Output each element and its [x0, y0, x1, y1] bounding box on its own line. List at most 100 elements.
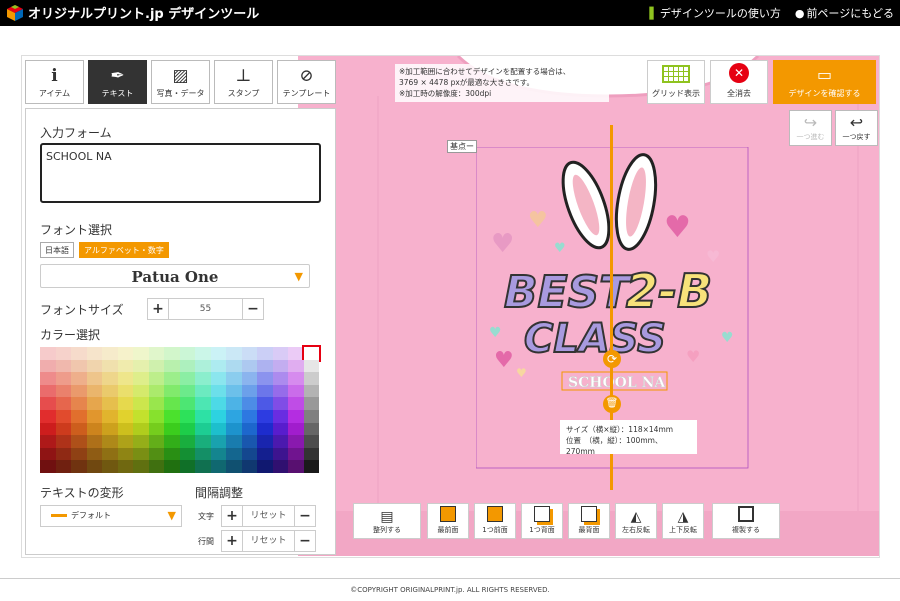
color-swatch[interactable] [210, 397, 226, 410]
color-swatch[interactable] [288, 372, 304, 385]
char-spacing-reset[interactable]: リセット [242, 506, 295, 526]
color-swatch[interactable] [164, 410, 180, 423]
color-swatch[interactable] [86, 422, 102, 436]
tab-item[interactable]: i アイテム [25, 60, 84, 104]
color-swatch[interactable] [210, 359, 226, 373]
color-swatch[interactable] [210, 447, 226, 461]
color-swatch[interactable] [102, 410, 118, 423]
font-filter-alphanumeric[interactable]: アルファベット・数字 [79, 242, 169, 258]
color-swatch[interactable] [241, 435, 257, 448]
color-swatch[interactable] [226, 410, 242, 423]
color-swatch[interactable] [195, 347, 211, 360]
color-swatch[interactable] [164, 384, 180, 398]
color-swatch[interactable] [71, 460, 87, 473]
color-swatch[interactable] [117, 347, 133, 360]
color-swatch[interactable] [195, 397, 211, 410]
tab-template[interactable]: ⊘ テンプレート [277, 60, 336, 104]
tab-text[interactable]: ✒ テキスト [88, 60, 147, 104]
color-swatch[interactable] [288, 359, 304, 373]
color-swatch[interactable] [133, 397, 149, 410]
color-swatch[interactable] [55, 372, 71, 385]
color-swatch[interactable] [179, 384, 195, 398]
color-swatch[interactable] [71, 447, 87, 461]
color-swatch[interactable] [148, 435, 164, 448]
color-swatch[interactable] [210, 460, 226, 473]
trash-icon[interactable]: 🗑 [603, 395, 621, 413]
color-swatch[interactable] [241, 359, 257, 373]
color-swatch[interactable] [148, 384, 164, 398]
color-swatch[interactable] [133, 422, 149, 436]
color-swatch[interactable] [272, 460, 288, 473]
help-link[interactable]: ▌ デザインツールの使い方 [649, 5, 780, 21]
color-swatch[interactable] [272, 384, 288, 398]
color-swatch[interactable] [164, 372, 180, 385]
color-swatch[interactable] [303, 384, 319, 398]
font-size-value[interactable]: 55 [168, 299, 243, 319]
color-swatch[interactable] [164, 447, 180, 461]
color-swatch[interactable] [241, 347, 257, 360]
color-swatch[interactable] [86, 372, 102, 385]
color-swatch[interactable] [179, 372, 195, 385]
color-swatch[interactable] [288, 435, 304, 448]
color-swatch[interactable] [148, 410, 164, 423]
tab-stamp[interactable]: ⊥ スタンプ [214, 60, 273, 104]
color-swatch[interactable] [179, 347, 195, 360]
duplicate-button[interactable]: 複製する [712, 503, 780, 539]
color-swatch[interactable] [40, 359, 56, 373]
color-swatch[interactable] [179, 410, 195, 423]
color-swatch[interactable] [117, 384, 133, 398]
color-swatch[interactable] [272, 447, 288, 461]
color-swatch[interactable] [117, 410, 133, 423]
color-swatch[interactable] [148, 347, 164, 360]
color-swatch[interactable] [288, 447, 304, 461]
color-swatch[interactable] [179, 359, 195, 373]
color-swatch[interactable] [210, 435, 226, 448]
color-swatch[interactable] [164, 397, 180, 410]
color-swatch[interactable] [86, 460, 102, 473]
color-swatch[interactable] [226, 460, 242, 473]
color-swatch[interactable] [195, 359, 211, 373]
flip-horizontal-button[interactable]: ◭ 左右反転 [615, 503, 657, 539]
color-swatch[interactable] [102, 460, 118, 473]
send-to-back-button[interactable]: 最背面 [568, 503, 610, 539]
color-swatch[interactable] [148, 460, 164, 473]
color-swatch[interactable] [71, 435, 87, 448]
color-swatch[interactable] [71, 397, 87, 410]
color-swatch[interactable] [195, 460, 211, 473]
tab-photo-data[interactable]: ▨ 写真・データ [151, 60, 210, 104]
color-swatch[interactable] [226, 422, 242, 436]
color-swatch[interactable] [272, 410, 288, 423]
color-swatch[interactable] [133, 410, 149, 423]
site-logo[interactable]: オリジナルプリント.jp デザインツール [6, 3, 259, 22]
grid-toggle-button[interactable]: グリッド表示 [647, 60, 705, 104]
send-backward-button[interactable]: 1つ背面 [521, 503, 563, 539]
color-swatch[interactable] [257, 422, 273, 436]
color-swatch[interactable] [226, 347, 242, 360]
color-swatch[interactable] [288, 347, 304, 360]
color-swatch[interactable] [55, 359, 71, 373]
color-swatch[interactable] [210, 422, 226, 436]
color-swatch[interactable] [86, 384, 102, 398]
undo-button[interactable]: ↩ 一つ戻す [835, 110, 878, 146]
color-swatch[interactable] [71, 372, 87, 385]
minus-icon[interactable]: − [295, 506, 315, 526]
color-swatch[interactable] [55, 460, 71, 473]
color-swatch[interactable] [55, 347, 71, 360]
plus-icon[interactable]: + [148, 299, 168, 319]
color-swatch[interactable] [102, 347, 118, 360]
color-swatch[interactable] [86, 347, 102, 360]
color-swatch[interactable] [257, 460, 273, 473]
color-swatch[interactable] [40, 422, 56, 436]
color-swatch[interactable] [210, 372, 226, 385]
text-transform-dropdown[interactable]: デフォルト ▼ [40, 505, 182, 527]
color-swatch[interactable] [133, 359, 149, 373]
color-swatch[interactable] [148, 397, 164, 410]
color-swatch[interactable] [133, 372, 149, 385]
color-swatch[interactable] [164, 460, 180, 473]
color-swatch[interactable] [272, 372, 288, 385]
color-swatch[interactable] [55, 384, 71, 398]
color-swatch[interactable] [226, 384, 242, 398]
color-swatch[interactable] [102, 435, 118, 448]
color-swatch[interactable] [226, 397, 242, 410]
color-swatch[interactable] [303, 397, 319, 410]
